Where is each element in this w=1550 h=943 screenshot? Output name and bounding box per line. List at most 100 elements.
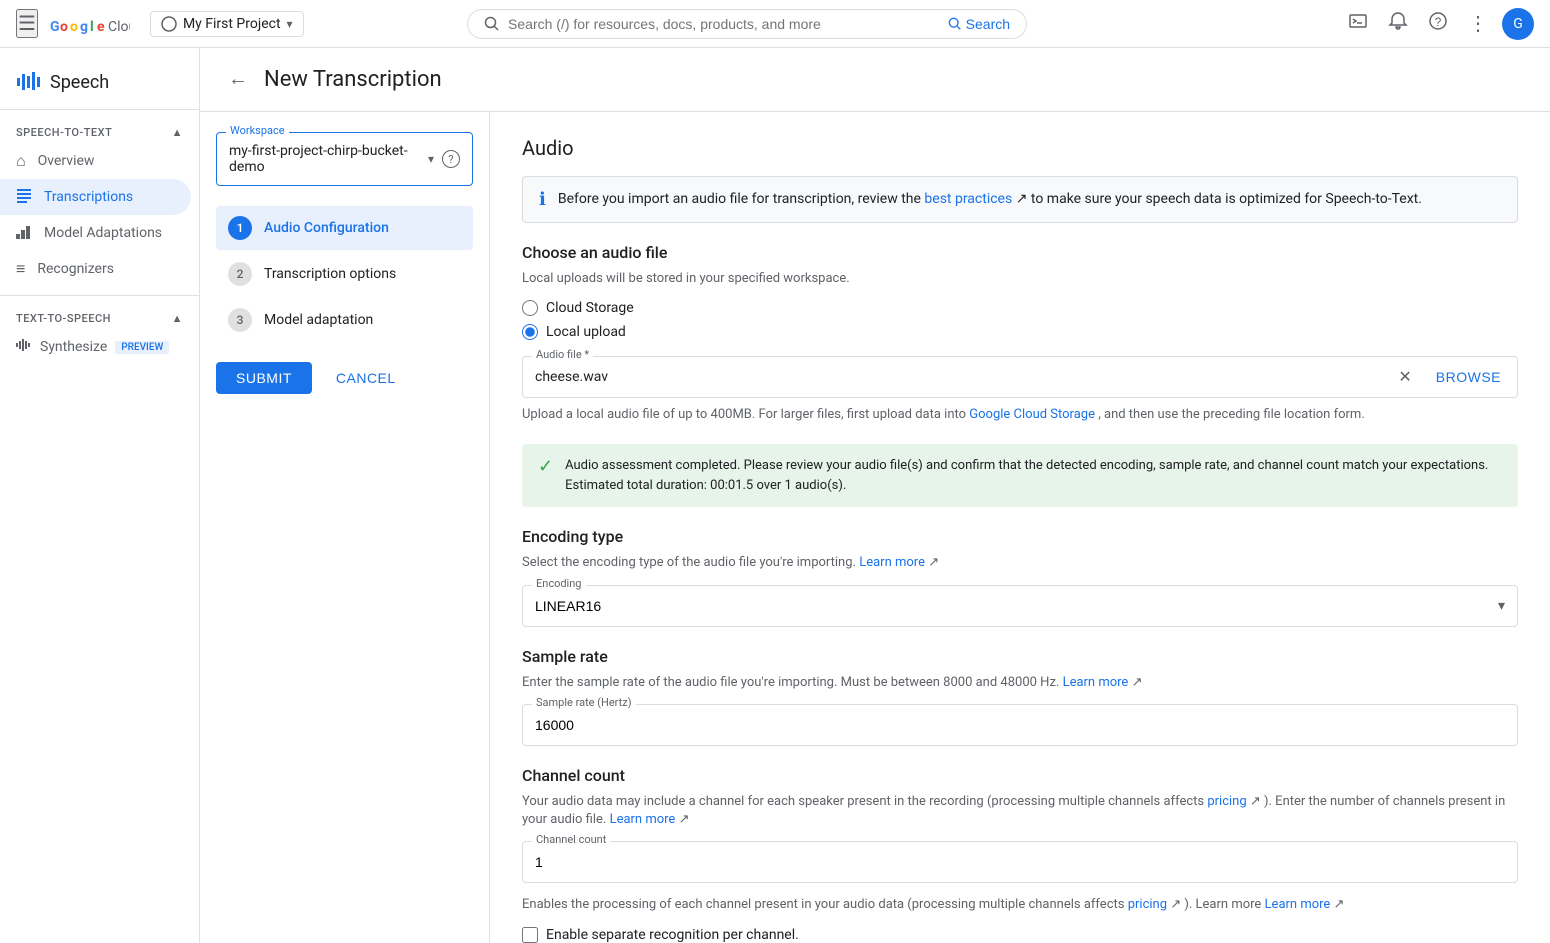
channel-count-input[interactable]: [522, 841, 1518, 883]
nav-icons: ? ⋮ G: [1342, 5, 1534, 42]
encoding-select[interactable]: LINEAR16 FLAC MULAW: [523, 586, 1486, 626]
encoding-type-title: Encoding type: [522, 527, 1518, 546]
cancel-button[interactable]: CANCEL: [324, 362, 408, 394]
choose-audio-title: Choose an audio file: [522, 243, 1518, 262]
project-selector[interactable]: My First Project ▾: [150, 11, 304, 37]
submit-button[interactable]: SUBMIT: [216, 362, 312, 394]
sample-rate-field-label: Sample rate (Hertz): [532, 696, 636, 709]
encoding-type-section: Encoding type Select the encoding type o…: [522, 527, 1518, 626]
encoding-dropdown-icon: ▾: [1486, 586, 1517, 626]
notifications-button[interactable]: [1382, 5, 1414, 42]
recognizers-icon: ≡: [16, 259, 25, 279]
search-bar: Search: [467, 9, 1027, 39]
file-upload-help: Upload a local audio file of up to 400MB…: [522, 406, 1518, 424]
encoding-learn-more-link[interactable]: Learn more: [859, 555, 925, 570]
workspace-help-icon[interactable]: ?: [442, 150, 460, 168]
browse-button[interactable]: BROWSE: [1420, 357, 1517, 397]
app-title: Speech: [50, 72, 109, 93]
speech-app-icon: [16, 68, 40, 97]
chevron-up-icon-tts: ▲: [172, 312, 183, 325]
channel-count-learn-more-link[interactable]: Learn more: [610, 812, 676, 827]
recognizers-label: Recognizers: [37, 261, 114, 277]
separate-recognition-checkbox-group: Enable separate recognition per channel.: [522, 927, 1518, 943]
sidebar-item-transcriptions[interactable]: Transcriptions: [0, 179, 191, 215]
synthesize-icon: [16, 337, 32, 357]
top-nav: ☰ G o o g l e Cloud My First Project ▾ S…: [0, 0, 1550, 48]
cloud-storage-option[interactable]: Cloud Storage: [522, 300, 1518, 316]
step-3-model-adaptation[interactable]: 3 Model adaptation: [216, 298, 473, 342]
workspace-dropdown[interactable]: my-first-project-chirp-bucket-demo ▾ ?: [216, 132, 473, 186]
success-text: Audio assessment completed. Please revie…: [565, 456, 1502, 495]
search-button[interactable]: Search: [948, 16, 1010, 32]
svg-text:g: g: [80, 19, 88, 35]
encoding-select-wrapper: Encoding LINEAR16 FLAC MULAW ▾: [522, 585, 1518, 627]
home-icon: ⌂: [16, 151, 26, 171]
right-panel: Audio ℹ Before you import an audio file …: [490, 112, 1550, 943]
hamburger-menu-button[interactable]: ☰: [16, 9, 38, 38]
step-2-transcription-options[interactable]: 2 Transcription options: [216, 252, 473, 296]
avatar-initial: G: [1513, 16, 1523, 32]
sidebar-divider: [0, 295, 199, 296]
more-options-button[interactable]: ⋮: [1462, 5, 1494, 42]
sidebar-item-recognizers[interactable]: ≡ Recognizers: [0, 251, 191, 287]
sample-rate-help: Enter the sample rate of the audio file …: [522, 674, 1518, 692]
console-icon-button[interactable]: [1342, 5, 1374, 42]
step-list: 1 Audio Configuration 2 Transcription op…: [216, 206, 473, 342]
step-2-number: 2: [228, 262, 252, 286]
more-icon: ⋮: [1468, 13, 1488, 35]
sample-rate-input[interactable]: [522, 704, 1518, 746]
preview-badge: PREVIEW: [115, 341, 169, 354]
synthesize-label: Synthesize: [40, 339, 107, 355]
sample-rate-title: Sample rate: [522, 647, 1518, 666]
help-button[interactable]: ?: [1422, 5, 1454, 42]
project-icon: [161, 16, 177, 32]
sidebar-item-overview[interactable]: ⌂ Overview: [0, 143, 191, 179]
local-upload-option[interactable]: Local upload: [522, 324, 1518, 340]
local-upload-radio[interactable]: [522, 324, 538, 340]
svg-text:G: G: [50, 19, 60, 35]
sidebar-item-model-adaptations[interactable]: Model Adaptations: [0, 215, 191, 251]
audio-file-label: Audio file *: [532, 348, 593, 361]
clear-file-button[interactable]: ✕: [1390, 359, 1419, 395]
sample-rate-section: Sample rate Enter the sample rate of the…: [522, 647, 1518, 746]
project-dropdown-icon: ▾: [287, 17, 293, 31]
left-panel: Workspace my-first-project-chirp-bucket-…: [200, 112, 490, 943]
cloud-storage-radio[interactable]: [522, 300, 538, 316]
step-1-audio-configuration[interactable]: 1 Audio Configuration: [216, 206, 473, 250]
app-layout: Speech Speech-to-Text ▲ ⌂ Overview: [0, 48, 1550, 943]
local-uploads-help: Local uploads will be stored in your spe…: [522, 270, 1518, 288]
search-input[interactable]: [508, 16, 940, 32]
step-1-number: 1: [228, 216, 252, 240]
pricing-link-1[interactable]: pricing: [1207, 794, 1246, 809]
workspace-selector: Workspace my-first-project-chirp-bucket-…: [216, 132, 473, 186]
bell-icon: [1388, 11, 1408, 31]
step-2-label: Transcription options: [264, 266, 396, 282]
app-header: Speech: [0, 56, 199, 110]
google-cloud-storage-link[interactable]: Google Cloud Storage: [969, 407, 1095, 422]
text-to-speech-label[interactable]: Text-to-Speech ▲: [0, 304, 199, 329]
model-adaptations-icon: [16, 223, 32, 243]
main-content: ← New Transcription Workspace my-first-p…: [200, 48, 1550, 943]
svg-text:o: o: [60, 19, 68, 35]
pricing-link-2[interactable]: pricing: [1128, 897, 1167, 912]
speech-to-text-label[interactable]: Speech-to-Text ▲: [0, 118, 199, 143]
project-name: My First Project: [183, 16, 281, 32]
info-text: Before you import an audio file for tran…: [558, 189, 1422, 210]
back-button[interactable]: ←: [224, 64, 252, 95]
sidebar: Speech Speech-to-Text ▲ ⌂ Overview: [0, 48, 200, 943]
transcriptions-label: Transcriptions: [44, 189, 133, 205]
audio-file-input-container: Audio file * cheese.wav ✕ BROWSE: [522, 356, 1518, 398]
sample-rate-learn-more-link[interactable]: Learn more: [1063, 675, 1129, 690]
google-cloud-logo: G o o g l e Cloud: [50, 11, 130, 37]
best-practices-link[interactable]: best practices: [924, 191, 1012, 207]
avatar[interactable]: G: [1502, 8, 1534, 40]
page-title: New Transcription: [264, 67, 442, 92]
sidebar-item-synthesize[interactable]: Synthesize PREVIEW: [0, 329, 191, 365]
channel-learn-more-link[interactable]: Learn more: [1265, 897, 1331, 912]
channel-count-help: Your audio data may include a channel fo…: [522, 793, 1518, 829]
transcriptions-icon: [16, 187, 32, 207]
sidebar-section-speech-to-text: Speech-to-Text ▲ ⌂ Overview Transcriptio…: [0, 118, 199, 287]
separate-recognition-checkbox[interactable]: [522, 927, 538, 943]
audio-source-radio-group: Cloud Storage Local upload: [522, 300, 1518, 340]
console-icon: [1348, 11, 1368, 31]
